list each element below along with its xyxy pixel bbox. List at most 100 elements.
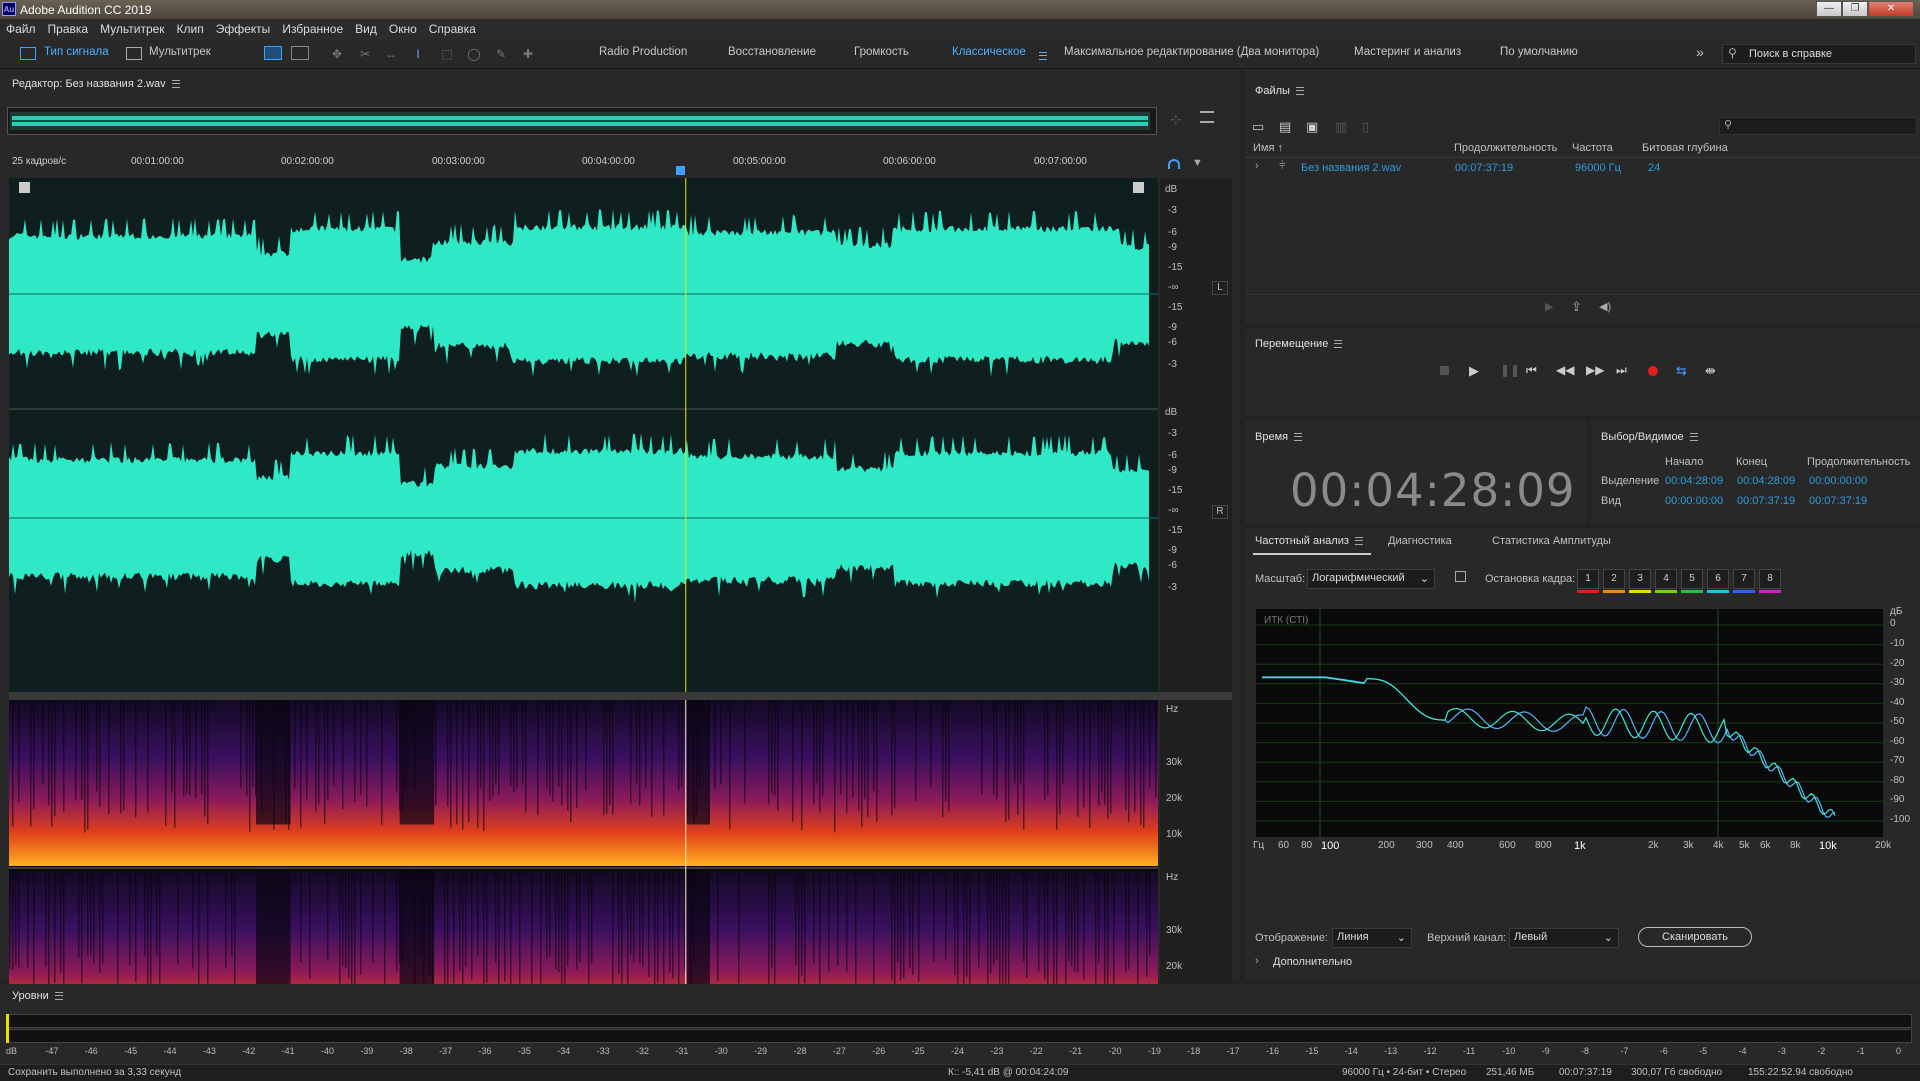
slip-tool-icon[interactable]: ↔ (384, 47, 398, 61)
editor-menu-icon[interactable] (171, 80, 180, 89)
menu-multitrack[interactable]: Мультитрек (94, 19, 170, 40)
spectral-pitch-icon[interactable] (291, 46, 309, 60)
overview-bar[interactable] (7, 107, 1157, 135)
workspace-default[interactable]: По умолчанию (1500, 46, 1578, 58)
waveform-view-button[interactable]: Тип сигнала (44, 46, 109, 58)
insert-icon[interactable]: ▥ (1335, 119, 1347, 135)
scan-button[interactable]: Сканировать (1638, 927, 1752, 947)
lasso-tool-icon[interactable]: ◯ (467, 47, 481, 61)
advanced-section[interactable]: Дополнительно (1273, 956, 1352, 968)
channel-l-badge[interactable]: L (1212, 281, 1228, 295)
freeze-frame-4[interactable]: 4 (1655, 569, 1677, 593)
file-name[interactable]: Без названия 2.wav (1301, 162, 1401, 174)
menu-view[interactable]: Вид (349, 19, 383, 40)
freeze-frame-5[interactable]: 5 (1681, 569, 1703, 593)
help-search[interactable]: ⚲ Поиск в справке (1722, 44, 1916, 64)
more-workspaces-button[interactable]: » (1696, 44, 1704, 60)
sel-end[interactable]: 00:04:28:09 (1737, 475, 1795, 487)
preview-play-icon[interactable]: ▶ (1545, 300, 1553, 313)
menu-favorites[interactable]: Избранное (276, 19, 349, 40)
menu-clip[interactable]: Клип (171, 19, 210, 40)
col-rate[interactable]: Частота (1572, 142, 1613, 154)
move-tool-icon[interactable]: ✥ (330, 47, 344, 61)
expand-chevron-icon[interactable]: › (1255, 160, 1259, 172)
workspace-menu-icon[interactable] (1033, 50, 1047, 62)
workspace-radio-production[interactable]: Radio Production (599, 46, 687, 58)
channel-select[interactable]: Левый ⌄ (1509, 928, 1619, 948)
scale-select[interactable]: Логарифмический ⌄ (1307, 569, 1435, 589)
spectral-splitter[interactable] (9, 692, 1232, 700)
freeze-frame-6[interactable]: 6 (1707, 569, 1729, 593)
rewind-icon[interactable]: ◀◀ (1556, 363, 1574, 377)
spectral-frequency-icon[interactable] (264, 46, 282, 60)
analysis-menu-icon[interactable] (1354, 537, 1363, 546)
zoom-to-selection-icon[interactable]: ⊹ (1170, 111, 1182, 128)
view-duration[interactable]: 00:07:37:19 (1809, 495, 1867, 507)
marker-icon[interactable]: ▼ (1192, 157, 1203, 169)
freeze-frame-1[interactable]: 1 (1577, 569, 1599, 593)
preview-volume-icon[interactable]: ◀) (1599, 300, 1611, 313)
frequency-graph[interactable]: ИТК (СТІ) (1255, 608, 1884, 838)
workspace-restoration[interactable]: Восстановление (728, 46, 816, 58)
close-icon[interactable]: ✕ (1868, 1, 1914, 17)
skip-selection-icon[interactable]: ⇼ (1705, 363, 1716, 379)
tab-diagnostics[interactable]: Диагностика (1388, 535, 1452, 547)
table-row[interactable]: › ⫩ Без названия 2.wav 00:07:37:19 96000… (1245, 159, 1920, 177)
razor-tool-icon[interactable]: ✂ (358, 47, 372, 61)
brush-tool-icon[interactable]: ✎ (494, 47, 508, 61)
stop-icon[interactable] (1440, 366, 1449, 375)
menu-window[interactable]: Окно (383, 19, 423, 40)
open-file-icon[interactable]: ▭ (1252, 119, 1264, 135)
selection-menu-icon[interactable] (1689, 433, 1698, 442)
minimize-icon[interactable]: — (1816, 1, 1842, 17)
tab-frequency-analysis[interactable]: Частотный анализ (1255, 535, 1363, 547)
menu-file[interactable]: Файл (0, 19, 42, 40)
multitrack-view-button[interactable]: Мультитрек (149, 46, 211, 58)
record-icon[interactable] (1648, 366, 1658, 376)
col-depth[interactable]: Битовая глубина (1642, 142, 1728, 154)
freeze-frame-7[interactable]: 7 (1733, 569, 1755, 593)
skip-back-icon[interactable]: ⏮ (1526, 363, 1537, 378)
delete-icon[interactable]: ▯ (1362, 119, 1369, 135)
freeze-frame-2[interactable]: 2 (1603, 569, 1625, 593)
view-end[interactable]: 00:07:37:19 (1737, 495, 1795, 507)
freeze-frame-8[interactable]: 8 (1759, 569, 1781, 593)
fast-forward-icon[interactable]: ▶▶ (1586, 363, 1604, 377)
col-duration[interactable]: Продолжительность (1454, 142, 1557, 154)
new-file-icon[interactable]: ▣ (1306, 119, 1318, 135)
import-file-icon[interactable]: ▤ (1279, 119, 1291, 135)
menu-help[interactable]: Справка (423, 19, 482, 40)
display-select[interactable]: Линия ⌄ (1332, 928, 1412, 948)
time-selection-tool-icon[interactable]: I (411, 47, 425, 61)
col-name[interactable]: Имя ↑ (1253, 142, 1283, 154)
files-search[interactable]: ⚲ (1719, 117, 1917, 135)
playhead-handle[interactable] (676, 166, 685, 175)
view-start[interactable]: 00:00:00:00 (1665, 495, 1723, 507)
workspace-max-edit[interactable]: Максимальное редактирование (Два монитор… (1064, 46, 1319, 58)
freeze-toggle-icon[interactable] (1455, 571, 1466, 582)
play-icon[interactable]: ▶ (1469, 363, 1479, 379)
sel-start[interactable]: 00:04:28:09 (1665, 475, 1723, 487)
workspace-mastering[interactable]: Мастеринг и анализ (1354, 46, 1461, 58)
workspace-loudness[interactable]: Громкость (854, 46, 909, 58)
help-search-input[interactable]: Поиск в справке (1749, 48, 1832, 60)
tab-amplitude-stats[interactable]: Статистика Амплитуды (1492, 535, 1611, 547)
menu-edit[interactable]: Правка (42, 19, 95, 40)
preview-export-icon[interactable]: ⇪ (1571, 299, 1582, 315)
expand-chevron-icon[interactable]: › (1255, 955, 1259, 967)
right-channel-toggle-icon[interactable] (1133, 182, 1144, 193)
menu-effects[interactable]: Эффекты (210, 19, 277, 40)
workspace-classic[interactable]: Классическое (952, 46, 1026, 58)
sel-duration[interactable]: 00:00:00:00 (1809, 475, 1867, 487)
spot-healing-tool-icon[interactable]: ✚ (521, 47, 535, 61)
snap-icon[interactable] (1168, 159, 1180, 169)
loop-icon[interactable]: ⇆ (1676, 363, 1687, 379)
marquee-tool-icon[interactable]: ⬚ (440, 47, 454, 61)
time-menu-icon[interactable] (1294, 433, 1303, 442)
pause-icon[interactable]: ❚❚ (1500, 363, 1520, 377)
maximize-icon[interactable]: ❐ (1842, 1, 1868, 17)
channel-r-badge[interactable]: R (1212, 505, 1228, 519)
transport-menu-icon[interactable] (1334, 340, 1343, 349)
files-menu-icon[interactable] (1295, 87, 1304, 96)
left-channel-toggle-icon[interactable] (19, 182, 30, 193)
